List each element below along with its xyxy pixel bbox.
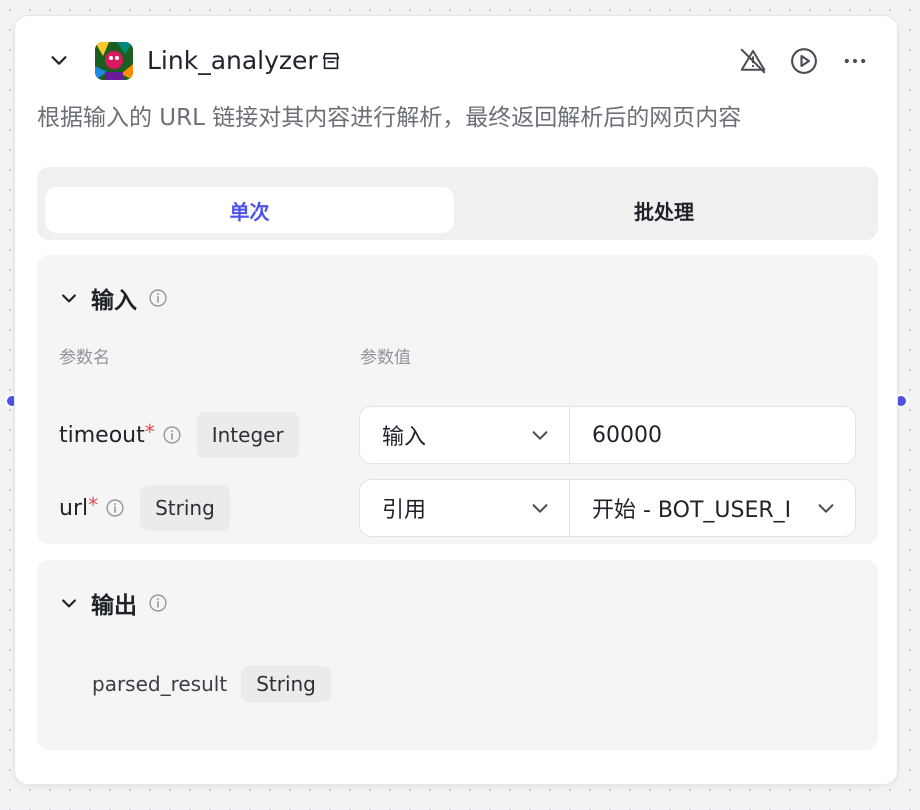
plugin-node-card: Link_analyzer 根据输入的 URL 链接对其内容进行解析，最终返回解… (14, 15, 898, 785)
info-icon[interactable] (147, 287, 169, 309)
timeout-value-input[interactable]: 60000 (570, 407, 855, 463)
output-field: parsed_result String (92, 666, 331, 702)
tab-single[interactable]: 单次 (45, 187, 454, 233)
chevron-down-icon[interactable] (45, 46, 73, 74)
output-section: 输出 parsed_result String (37, 560, 878, 750)
param-name: url (59, 495, 89, 521)
info-icon[interactable] (161, 424, 183, 446)
param-name: timeout (59, 422, 145, 448)
store-icon[interactable] (319, 49, 343, 73)
column-label-value: 参数值 (360, 348, 411, 368)
chevron-down-icon[interactable] (57, 286, 81, 310)
value-mode-select[interactable]: 输入 (360, 407, 570, 463)
alert-off-icon[interactable] (737, 45, 769, 77)
info-icon[interactable] (147, 592, 169, 614)
tab-batch[interactable]: 批处理 (458, 187, 870, 233)
param-row-url: url * String 引用 开始 - BOT_USER_I (37, 479, 878, 537)
chevron-down-icon (529, 497, 551, 519)
param-value-box: 输入 60000 (359, 406, 856, 464)
column-label-name: 参数名 (59, 348, 110, 368)
param-value-box: 引用 开始 - BOT_USER_INPUT (359, 479, 856, 537)
param-row-timeout: timeout * Integer 输入 60000 (37, 406, 878, 464)
value-text: 开始 - BOT_USER_INPUT (592, 498, 792, 523)
required-mark: * (144, 420, 155, 444)
more-horizontal-icon[interactable] (839, 45, 871, 77)
play-circle-icon[interactable] (788, 45, 820, 77)
url-reference-select[interactable]: 开始 - BOT_USER_INPUT (570, 480, 855, 536)
info-icon[interactable] (104, 497, 126, 519)
mode-tabs: 单次 批处理 (37, 167, 878, 240)
type-tag: String (140, 485, 230, 531)
output-field-name: parsed_result (92, 672, 228, 696)
type-tag: String (241, 666, 331, 702)
value-mode-select[interactable]: 引用 (360, 480, 570, 536)
node-title: Link_analyzer (147, 46, 318, 75)
chevron-down-icon (815, 497, 837, 519)
input-section-title: 输入 (91, 288, 137, 314)
node-logo (95, 42, 133, 80)
required-mark: * (88, 493, 99, 517)
node-description: 根据输入的 URL 链接对其内容进行解析，最终返回解析后的网页内容 (37, 105, 742, 131)
type-tag: Integer (196, 412, 299, 458)
value-mode-label: 输入 (382, 425, 427, 450)
input-section: 输入 参数名 参数值 timeout * Integer 输入 60000 ur… (37, 255, 878, 544)
value-mode-label: 引用 (382, 498, 427, 523)
node-header: Link_analyzer (15, 16, 897, 106)
output-section-title: 输出 (91, 593, 137, 619)
output-section-header[interactable]: 输出 (57, 586, 169, 620)
value-text: 60000 (592, 422, 662, 448)
input-section-header[interactable]: 输入 (57, 281, 169, 315)
chevron-down-icon[interactable] (57, 591, 81, 615)
chevron-down-icon (529, 424, 551, 446)
